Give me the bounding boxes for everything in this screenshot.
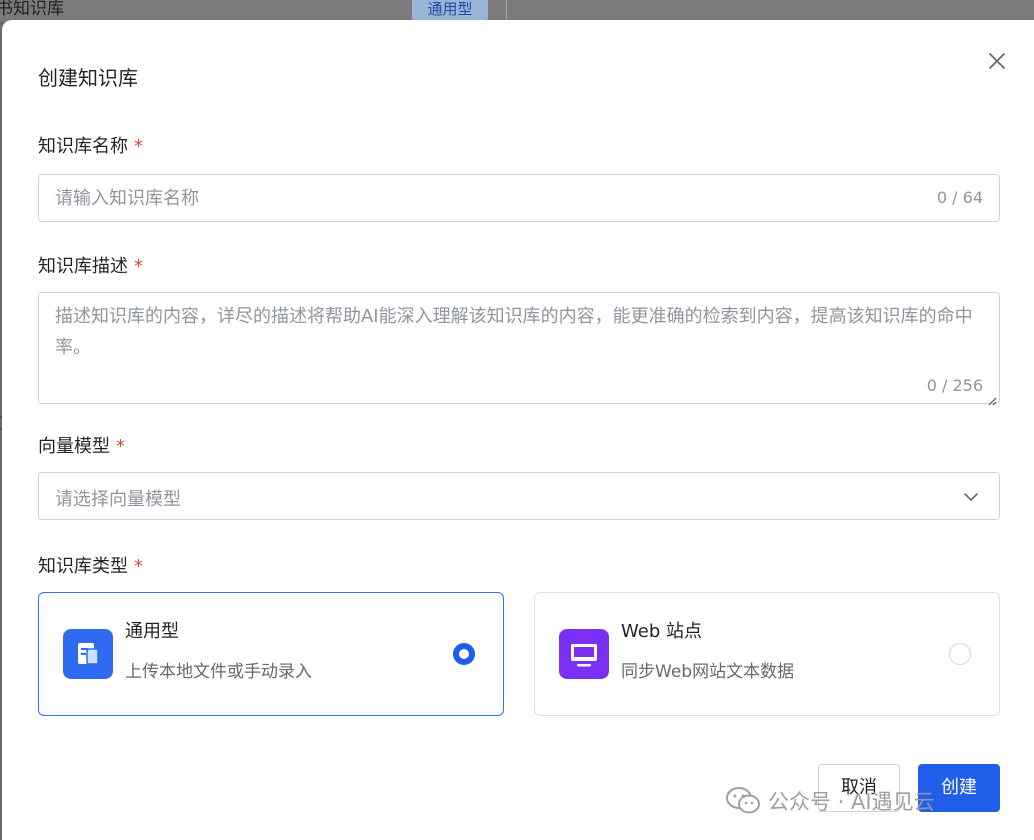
kb-type-option-web[interactable]: Web 站点 同步Web网站文本数据 xyxy=(534,592,1000,716)
description-field-label: 知识库描述 * xyxy=(38,252,143,278)
description-label-text: 知识库描述 xyxy=(38,256,128,277)
name-input-wrapper: 0 / 64 xyxy=(38,174,1000,222)
kb-type-title: Web 站点 xyxy=(621,621,702,642)
background-divider xyxy=(506,0,507,20)
background-type-tag: 通用型 xyxy=(412,0,488,20)
kb-type-description: 同步Web网站文本数据 xyxy=(621,662,795,682)
required-mark: * xyxy=(134,136,143,157)
dialog-title: 创建知识库 xyxy=(38,66,138,90)
vector-model-select[interactable]: 请选择向量模型 xyxy=(38,472,1000,520)
required-mark: * xyxy=(134,556,143,577)
kb-type-field-label: 知识库类型 * xyxy=(38,552,143,578)
wechat-icon xyxy=(726,787,760,815)
background-page-header: 书知识库 通用型 xyxy=(0,0,1034,22)
create-knowledge-base-dialog: 创建知识库 知识库名称 * 0 / 64 知识库描述 * 0 / 256 向量模型 *… xyxy=(2,20,1034,840)
name-label-text: 知识库名称 xyxy=(38,136,128,157)
kb-type-title: 通用型 xyxy=(125,621,179,642)
close-icon[interactable] xyxy=(986,50,1008,72)
background-page-title: 书知识库 xyxy=(0,0,64,19)
watermark-text: 公众号 · AI遇见云 xyxy=(768,790,935,814)
description-textarea[interactable] xyxy=(55,301,985,375)
description-char-counter: 0 / 256 xyxy=(926,376,983,395)
radio-unselected[interactable] xyxy=(949,643,971,665)
vector-model-placeholder: 请选择向量模型 xyxy=(55,489,181,510)
description-textarea-wrapper: 0 / 256 xyxy=(38,292,1000,406)
watermark: 公众号 · AI遇见云 xyxy=(726,786,935,816)
document-icon xyxy=(63,629,113,679)
kb-type-label-text: 知识库类型 xyxy=(38,556,128,577)
chevron-down-icon xyxy=(963,489,979,505)
kb-type-description: 上传本地文件或手动录入 xyxy=(125,662,312,682)
vector-model-label-text: 向量模型 xyxy=(38,436,110,457)
required-mark: * xyxy=(134,256,143,277)
monitor-icon xyxy=(559,629,609,679)
name-input[interactable] xyxy=(55,175,915,221)
name-char-counter: 0 / 64 xyxy=(936,188,983,207)
resize-handle-icon[interactable] xyxy=(987,391,997,406)
radio-selected[interactable] xyxy=(453,643,475,665)
vector-model-field-label: 向量模型 * xyxy=(38,432,125,458)
name-field-label: 知识库名称 * xyxy=(38,132,143,158)
kb-type-option-general[interactable]: 通用型 上传本地文件或手动录入 xyxy=(38,592,504,716)
required-mark: * xyxy=(116,436,125,457)
